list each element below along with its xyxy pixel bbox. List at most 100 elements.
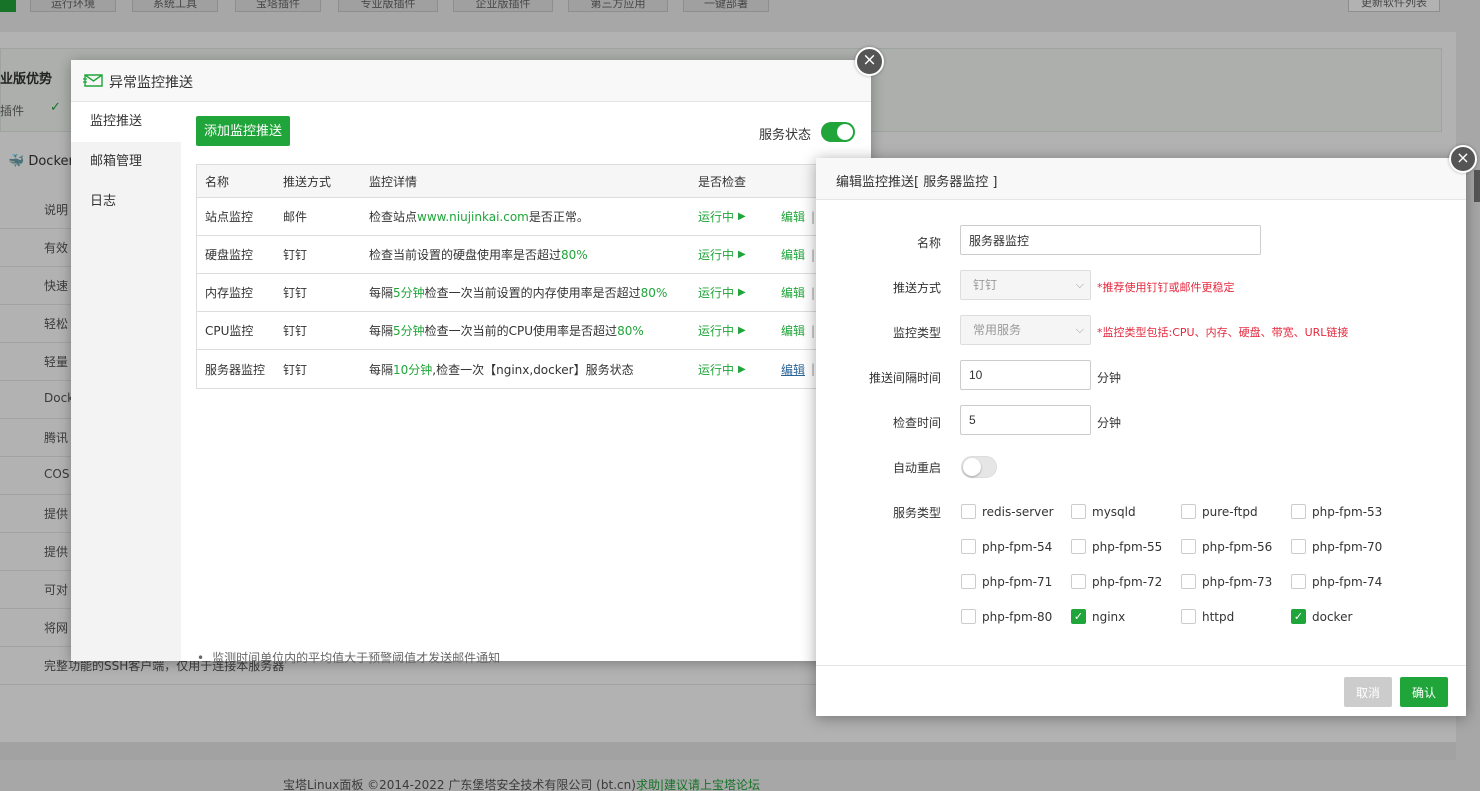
service-name: php-fpm-54 (982, 539, 1053, 554)
checkbox-box (1181, 609, 1196, 624)
service-name: php-fpm-56 (1202, 539, 1273, 554)
checkmark-icon: ✓ (1291, 609, 1306, 624)
service-checkbox-pure-ftpd[interactable]: pure-ftpd (1181, 504, 1258, 519)
check-time-input[interactable] (960, 405, 1091, 435)
service-checkbox-httpd[interactable]: httpd (1181, 609, 1234, 624)
checkbox-box (961, 609, 976, 624)
row-detail: 检查站点 www.niujinkai.com 是否正常。 (369, 198, 589, 235)
service-checkbox-php-fpm-72[interactable]: php-fpm-72 (1071, 574, 1162, 589)
column-header-way: 推送方式 (283, 174, 332, 189)
row-status-toggle[interactable]: 运行中 ▶ (698, 350, 746, 388)
service-name: php-fpm-72 (1092, 574, 1163, 589)
op-separator: | (811, 209, 816, 224)
row-status-toggle[interactable]: 运行中 ▶ (698, 274, 746, 311)
row-push-way: 钉钉 (283, 248, 308, 262)
service-checkbox-php-fpm-53[interactable]: php-fpm-53 (1291, 504, 1382, 519)
op-separator: | (811, 323, 816, 338)
cancel-button[interactable]: 取消 (1344, 677, 1392, 707)
service-checkbox-php-fpm-54[interactable]: php-fpm-54 (961, 539, 1052, 554)
row-status-toggle[interactable]: 运行中 ▶ (698, 236, 746, 273)
service-checkbox-php-fpm-80[interactable]: php-fpm-80 (961, 609, 1052, 624)
service-name: php-fpm-53 (1312, 504, 1383, 519)
dialog-title: 异常监控推送 (109, 75, 193, 91)
row-push-way: 邮件 (283, 210, 308, 224)
edit-dialog-header: 编辑监控推送[ 服务器监控 ] (816, 158, 1466, 200)
push-way-label: 推送方式 (892, 281, 941, 295)
service-name: redis-server (982, 504, 1054, 519)
op-separator: | (811, 247, 816, 262)
edit-link[interactable]: 编辑 (781, 274, 805, 311)
edit-dialog-title: 编辑监控推送[ 服务器监控 ] (836, 175, 998, 190)
scrollbar-thumb[interactable] (1474, 170, 1480, 202)
sidebar-item-mailbox[interactable]: 邮箱管理 (71, 142, 181, 182)
monitor-type-select[interactable]: 常用服务 ⌵ (960, 315, 1091, 345)
service-name: mysqld (1092, 504, 1136, 519)
service-checkbox-mysqld[interactable]: mysqld (1071, 504, 1136, 519)
monitor-push-dialog: 异常监控推送 监控推送 邮箱管理 日志 添加监控推送 服务状态 名称 推送方式 … (71, 60, 871, 665)
checkbox-box (961, 574, 976, 589)
checkbox-box (1181, 574, 1196, 589)
detail-text: 检查站点 (369, 210, 418, 224)
service-status-toggle[interactable] (821, 122, 855, 142)
monitor-type-value: 常用服务 (973, 323, 1022, 337)
monitor-type-label: 监控类型 (892, 326, 941, 340)
push-way-select[interactable]: 钉钉 ⌵ (960, 270, 1091, 300)
sidebar-item-log[interactable]: 日志 (71, 182, 181, 222)
table-row: CPU监控 钉钉 每隔 5分钟 检查一次当前的CPU使用率是否超过 80% 运行中 ▶ 编辑 | (197, 312, 855, 350)
service-name: httpd (1202, 609, 1235, 624)
checkbox-box (961, 539, 976, 554)
service-checkbox-php-fpm-55[interactable]: php-fpm-55 (1071, 539, 1162, 554)
service-name: php-fpm-80 (982, 609, 1053, 624)
service-checkbox-php-fpm-71[interactable]: php-fpm-71 (961, 574, 1052, 589)
play-icon: ▶ (738, 249, 746, 260)
push-way-hint: *推荐使用钉钉或邮件更稳定 (1097, 281, 1235, 294)
edit-link[interactable]: 编辑 (781, 350, 805, 388)
detail-text: 检查一次当前的CPU使用率是否超过 (424, 324, 618, 338)
service-checkbox-docker[interactable]: ✓ docker (1291, 609, 1352, 624)
monitor-type-hint: *监控类型包括:CPU、内存、硬盘、带宽、URL链接 (1097, 326, 1349, 339)
service-name: docker (1312, 609, 1353, 624)
service-checkbox-php-fpm-73[interactable]: php-fpm-73 (1181, 574, 1272, 589)
close-icon[interactable]: × (1449, 145, 1477, 173)
row-push-way: 钉钉 (283, 362, 308, 377)
name-input[interactable] (960, 225, 1261, 255)
edit-link[interactable]: 编辑 (781, 312, 805, 349)
detail-text: 每隔 (369, 324, 394, 338)
service-checkbox-php-fpm-56[interactable]: php-fpm-56 (1181, 539, 1272, 554)
close-icon[interactable]: × (855, 47, 884, 76)
chevron-down-icon: ⌵ (1075, 323, 1084, 336)
detail-text: 检查一次当前设置的内存使用率是否超过 (424, 286, 641, 300)
status-text: 运行中 (698, 210, 735, 224)
edit-link[interactable]: 编辑 (781, 236, 805, 273)
service-checkbox-php-fpm-70[interactable]: php-fpm-70 (1291, 539, 1382, 554)
auto-restart-toggle[interactable] (961, 456, 997, 478)
check-time-label: 检查时间 (892, 416, 941, 430)
push-interval-input[interactable] (960, 360, 1091, 390)
status-text: 运行中 (698, 286, 735, 300)
push-interval-label: 推送间隔时间 (868, 371, 941, 385)
edit-link[interactable]: 编辑 (781, 198, 805, 235)
service-name: nginx (1092, 609, 1126, 624)
play-icon: ▶ (738, 325, 746, 336)
column-header-check: 是否检查 (698, 174, 747, 189)
service-checkbox-php-fpm-74[interactable]: php-fpm-74 (1291, 574, 1382, 589)
row-name: 站点监控 (205, 210, 254, 224)
service-name: php-fpm-70 (1312, 539, 1383, 554)
detail-text: 检查当前设置的硬盘使用率是否超过 (369, 248, 562, 262)
row-name: CPU监控 (205, 324, 254, 338)
status-text: 运行中 (698, 362, 735, 377)
sidebar-item-monitor-push[interactable]: 监控推送 (71, 102, 181, 142)
confirm-button[interactable]: 确认 (1400, 677, 1448, 707)
service-checkbox-nginx[interactable]: ✓ nginx (1071, 609, 1125, 624)
service-checkbox-redis-server[interactable]: redis-server (961, 504, 1054, 519)
table-row: 站点监控 邮件 检查站点 www.niujinkai.com 是否正常。 运行中 ▶ 编辑 | (197, 198, 855, 236)
row-name: 服务器监控 (205, 362, 266, 377)
service-name: php-fpm-74 (1312, 574, 1383, 589)
add-monitor-push-button[interactable]: 添加监控推送 (196, 116, 290, 146)
table-row: 内存监控 钉钉 每隔 5分钟 检查一次当前设置的内存使用率是否超过 80% 运行中 ▶ 编辑 | (197, 274, 855, 312)
detail-highlight: www.niujinkai.com (417, 209, 529, 224)
dialog-content: 添加监控推送 服务状态 名称 推送方式 监控详情 是否检查 站点监控 邮件 检查站点… (181, 102, 871, 665)
row-status-toggle[interactable]: 运行中 ▶ (698, 198, 746, 235)
row-status-toggle[interactable]: 运行中 ▶ (698, 312, 746, 349)
edit-dialog-footer: 取消 确认 (816, 665, 1466, 716)
